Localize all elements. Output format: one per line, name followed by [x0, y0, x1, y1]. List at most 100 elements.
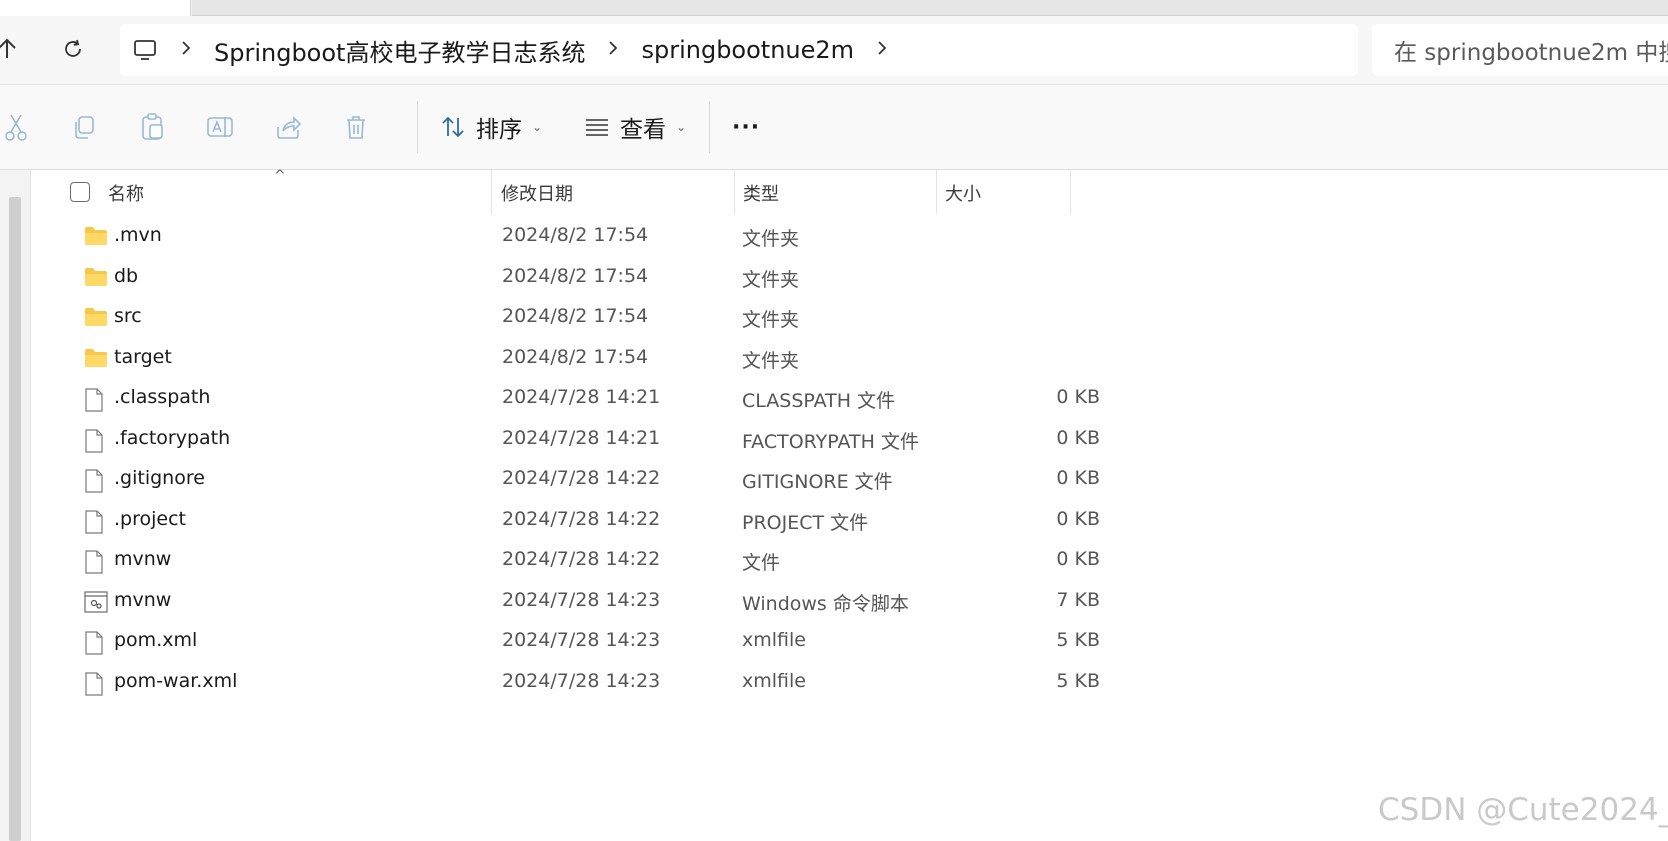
- breadcrumb[interactable]: Springboot高校电子教学日志系统 springbootnue2m: [120, 24, 1358, 76]
- file-type: 文件: [742, 552, 781, 574]
- file-list-pane: ^ 名称 修改日期 类型 大小 .mvn 2024/8/2 17:54 文件夹 db 2…: [0, 168, 1668, 841]
- chevron-right-icon[interactable]: [607, 38, 619, 62]
- breadcrumb-item-folder[interactable]: springbootnue2m: [641, 36, 854, 64]
- column-header-name[interactable]: 名称: [108, 170, 144, 216]
- file-modified-date: 2024/7/28 14:21: [502, 386, 661, 408]
- chevron-down-icon: ⌄: [532, 120, 543, 134]
- column-divider[interactable]: [734, 170, 735, 214]
- chevron-down-icon: ⌄: [676, 120, 687, 134]
- copy-icon[interactable]: [66, 109, 102, 145]
- file-modified-date: 2024/7/28 14:21: [502, 426, 661, 449]
- folder-icon: [84, 226, 108, 250]
- file-modified-date: 2024/7/28 14:22: [502, 548, 661, 570]
- file-size: 0 KB: [1056, 386, 1100, 408]
- file-size: 0 KB: [1056, 548, 1100, 570]
- more-options-button[interactable]: ···: [732, 105, 760, 149]
- navigation-scrollbar[interactable]: [9, 197, 21, 841]
- file-type: xmlfile: [742, 669, 806, 692]
- file-name: pom.xml: [114, 629, 198, 651]
- chevron-right-icon[interactable]: [876, 38, 888, 62]
- tab-strip-background: [192, 0, 1668, 16]
- delete-icon[interactable]: [338, 109, 374, 145]
- script-file-icon: [84, 590, 108, 615]
- file-row[interactable]: pom-war.xml 2024/7/28 14:23 xmlfile 5 KB: [40, 662, 1100, 705]
- file-size: 0 KB: [1056, 507, 1100, 530]
- cut-icon[interactable]: [0, 109, 34, 145]
- file-icon: [84, 388, 108, 412]
- file-row[interactable]: .factorypath 2024/7/28 14:21 FACTORYPATH 文…: [40, 419, 1100, 462]
- file-type: 文件夹: [742, 349, 800, 372]
- share-icon[interactable]: [270, 109, 306, 145]
- file-row[interactable]: mvnw 2024/7/28 14:23 Windows 命令脚本 7 KB: [40, 581, 1100, 624]
- file-row[interactable]: .gitignore 2024/7/28 14:22 GITIGNORE 文件 0 K…: [40, 459, 1100, 502]
- file-row[interactable]: mvnw 2024/7/28 14:22 文件 0 KB: [40, 540, 1100, 583]
- chevron-right-icon[interactable]: [180, 38, 192, 62]
- column-divider[interactable]: [491, 170, 492, 214]
- rename-icon[interactable]: [202, 109, 238, 145]
- file-row[interactable]: src 2024/8/2 17:54 文件夹: [40, 297, 1080, 340]
- view-button[interactable]: 查看 ⌄: [584, 105, 686, 149]
- file-name: .factorypath: [114, 426, 231, 449]
- computer-icon[interactable]: [132, 38, 158, 62]
- folder-icon: [84, 348, 108, 372]
- file-icon: [84, 509, 108, 534]
- more-icon: ···: [732, 114, 761, 140]
- file-modified-date: 2024/8/2 17:54: [502, 264, 649, 287]
- file-modified-date: 2024/8/2 17:54: [502, 345, 649, 368]
- command-bar: 排序 ⌄ 查看 ⌄ ···: [0, 85, 1668, 170]
- column-header-size[interactable]: 大小: [945, 170, 981, 216]
- address-row: Springboot高校电子教学日志系统 springbootnue2m 在 s…: [0, 16, 1668, 85]
- file-modified-date: 2024/7/28 14:23: [502, 669, 661, 692]
- file-type: 文件夹: [742, 309, 800, 331]
- file-icon: [84, 550, 108, 574]
- file-row[interactable]: .classpath 2024/7/28 14:21 CLASSPATH 文件 0 K…: [40, 378, 1100, 421]
- file-name: .gitignore: [114, 467, 205, 489]
- up-arrow-icon[interactable]: [0, 34, 22, 64]
- column-divider[interactable]: [936, 170, 937, 214]
- column-header-type[interactable]: 类型: [743, 170, 779, 216]
- file-modified-date: 2024/8/2 17:54: [502, 224, 649, 246]
- sort-label: 排序: [476, 117, 522, 143]
- refresh-icon[interactable]: [58, 34, 88, 64]
- active-tab[interactable]: [0, 0, 191, 16]
- view-label: 查看: [620, 117, 666, 143]
- tab-strip: [0, 0, 1668, 16]
- toolbar-divider: [709, 101, 710, 153]
- sort-button[interactable]: 排序 ⌄: [440, 105, 542, 149]
- file-row[interactable]: pom.xml 2024/7/28 14:23 xmlfile 5 KB: [40, 621, 1100, 664]
- select-all-checkbox[interactable]: [70, 182, 90, 202]
- file-icon: [84, 631, 108, 655]
- file-name: mvnw: [114, 548, 172, 570]
- watermark: CSDN @Cute2024_: [1378, 792, 1668, 828]
- file-row[interactable]: db 2024/8/2 17:54 文件夹: [40, 257, 1080, 300]
- column-divider[interactable]: [1070, 170, 1071, 214]
- file-modified-date: 2024/8/2 17:54: [502, 305, 649, 327]
- file-icon: [84, 671, 108, 696]
- sort-icon: [440, 114, 466, 140]
- file-type: 文件夹: [742, 268, 800, 291]
- file-type: xmlfile: [742, 629, 806, 651]
- paste-icon[interactable]: [134, 109, 170, 145]
- file-type: PROJECT 文件: [742, 511, 869, 534]
- file-row[interactable]: .mvn 2024/8/2 17:54 文件夹: [40, 216, 1080, 259]
- file-modified-date: 2024/7/28 14:23: [502, 629, 661, 651]
- file-row[interactable]: .project 2024/7/28 14:22 PROJECT 文件 0 KB: [40, 500, 1100, 543]
- file-name: target: [114, 345, 172, 368]
- file-size: 7 KB: [1056, 588, 1100, 611]
- file-modified-date: 2024/7/28 14:22: [502, 467, 661, 489]
- file-icon: [84, 428, 108, 453]
- file-row[interactable]: target 2024/8/2 17:54 文件夹: [40, 338, 1080, 381]
- file-size: 0 KB: [1056, 467, 1100, 489]
- column-header-modified[interactable]: 修改日期: [501, 170, 573, 216]
- file-size: 5 KB: [1056, 669, 1100, 692]
- file-name: pom-war.xml: [114, 669, 238, 692]
- breadcrumb-item-project[interactable]: Springboot高校电子教学日志系统: [214, 33, 585, 68]
- navigation-pane-edge: [0, 170, 31, 841]
- file-size: 0 KB: [1056, 426, 1100, 449]
- search-input[interactable]: 在 springbootnue2m 中搜: [1372, 24, 1668, 76]
- file-icon: [84, 469, 108, 493]
- file-explorer-window: Springboot高校电子教学日志系统 springbootnue2m 在 s…: [0, 0, 1668, 841]
- file-name: .classpath: [114, 386, 211, 408]
- file-name: .mvn: [114, 224, 162, 246]
- file-type: CLASSPATH 文件: [742, 390, 896, 412]
